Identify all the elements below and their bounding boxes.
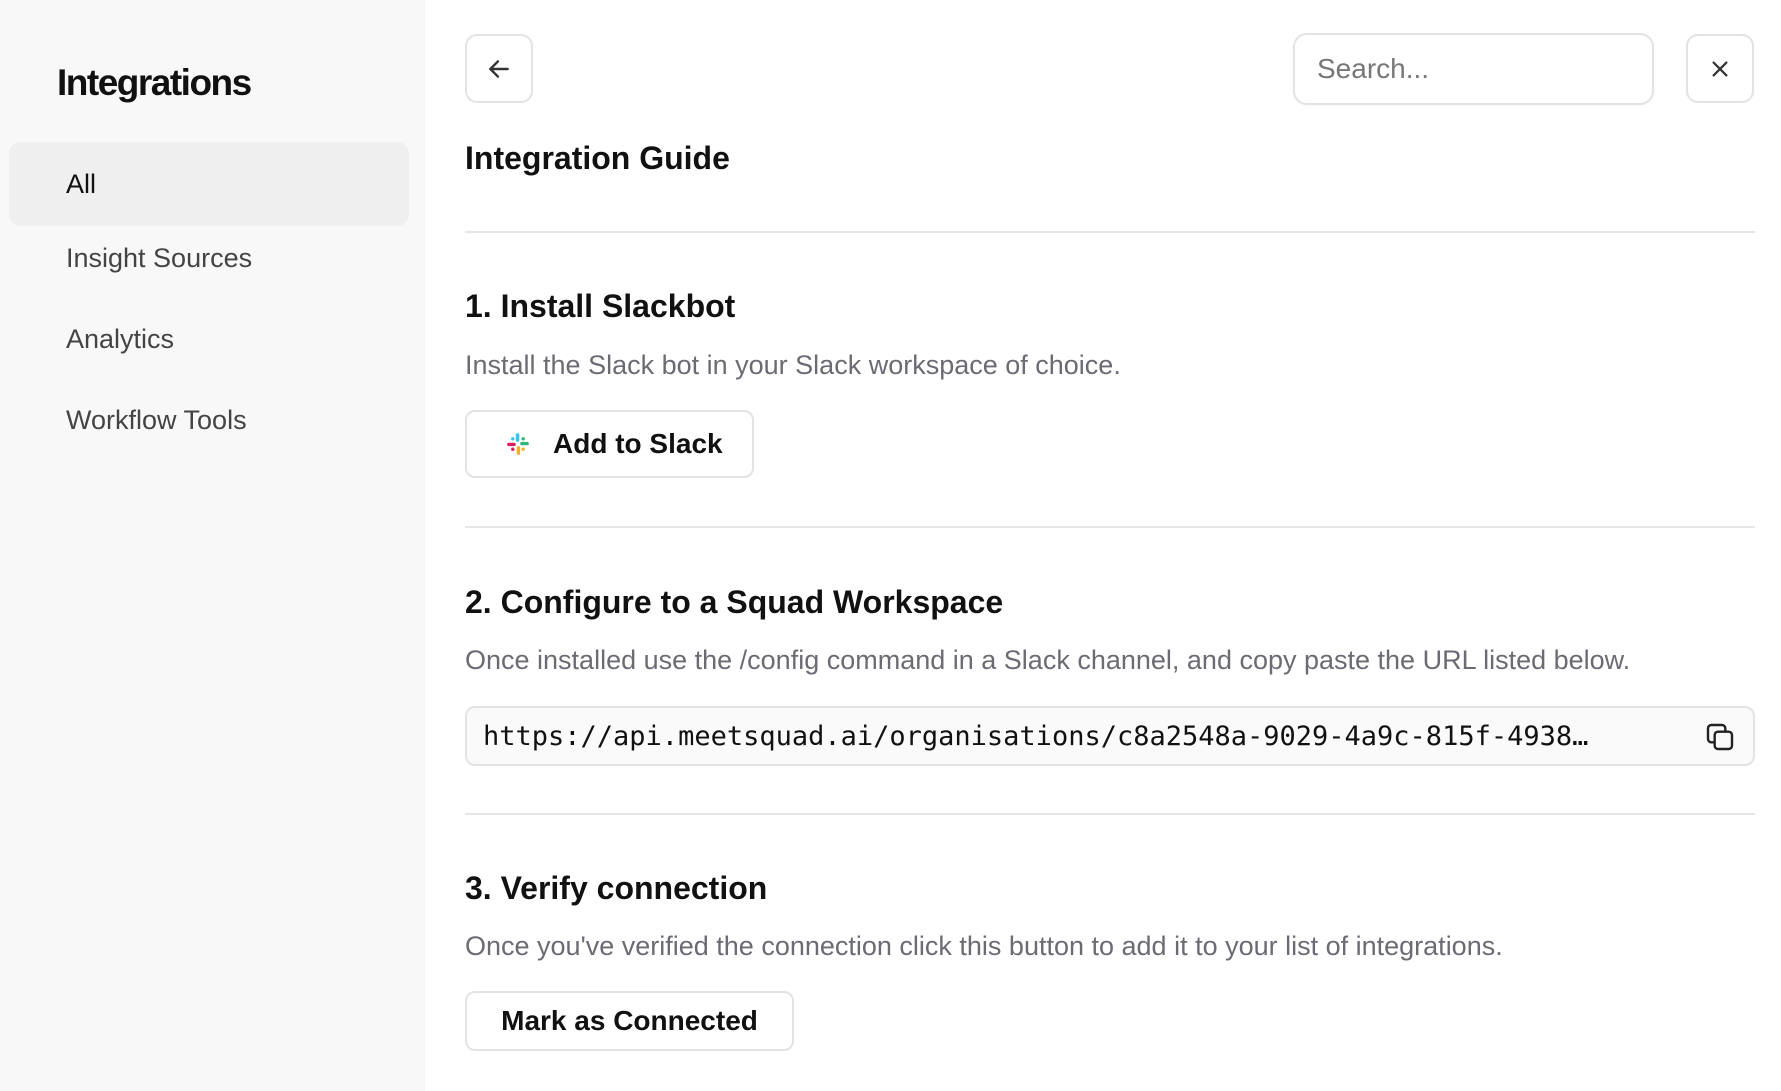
sidebar: Integrations All Insight Sources Analyti… [0,0,425,1091]
step-3-title: 3. Verify connection [465,870,768,906]
sidebar-item-workflow-tools[interactable]: Workflow Tools [9,378,409,462]
sidebar-item-all[interactable]: All [9,142,409,226]
divider [465,231,1755,233]
back-button[interactable] [465,34,533,103]
sidebar-item-label: All [66,168,97,199]
copy-icon [1706,723,1734,751]
config-url-text: https://api.meetsquad.ai/organisations/c… [483,720,1589,752]
sidebar-title: Integrations [57,62,252,103]
search-input[interactable] [1293,33,1654,105]
divider [465,526,1755,528]
sidebar-item-label: Workflow Tools [66,404,247,435]
sidebar-item-label: Insight Sources [66,242,253,273]
step-1-description: Install the Slack bot in your Slack work… [465,350,1121,380]
close-button[interactable] [1686,34,1754,103]
step-2-description: Once installed use the /config command i… [465,645,1631,675]
add-to-slack-button[interactable]: Add to Slack [465,410,754,478]
step-2-title: 2. Configure to a Squad Workspace [465,584,1004,620]
copy-button[interactable] [1703,720,1737,754]
divider [465,813,1755,815]
step-3-description: Once you've verified the connection clic… [465,931,1503,961]
sidebar-item-insight-sources[interactable]: Insight Sources [9,216,409,300]
sidebar-item-label: Analytics [66,323,175,354]
mark-as-connected-label: Mark as Connected [501,1005,758,1036]
mark-as-connected-button[interactable]: Mark as Connected [465,991,794,1051]
config-url-field[interactable]: https://api.meetsquad.ai/organisations/c… [465,706,1755,766]
app-window: Integrations All Insight Sources Analyti… [0,0,1781,1091]
arrow-left-icon [489,59,509,78]
page-title: Integration Guide [465,140,730,176]
main-content: Integration Guide 1. Install Slackbot In… [465,0,1755,1091]
sidebar-item-analytics[interactable]: Analytics [9,297,409,381]
slack-icon [507,433,529,455]
add-to-slack-label: Add to Slack [553,428,723,459]
step-1-title: 1. Install Slackbot [465,288,736,324]
close-icon [1712,60,1728,77]
